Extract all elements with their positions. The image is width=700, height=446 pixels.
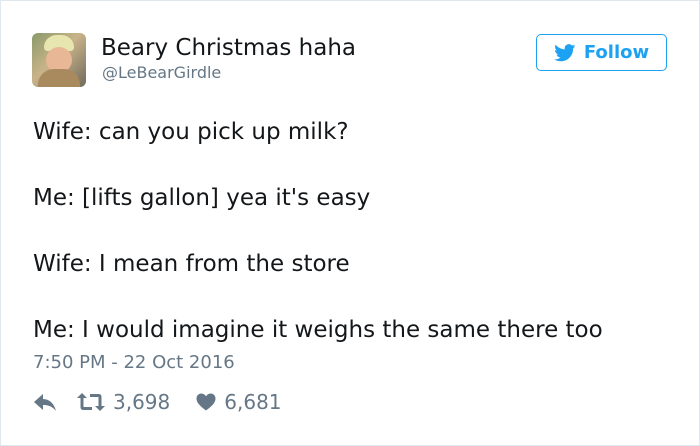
- tweet-line-1: Wife: can you pick up milk?: [33, 119, 349, 145]
- display-name[interactable]: Beary Christmas haha: [101, 34, 356, 62]
- heart-icon: [196, 393, 216, 411]
- like-count: 6,681: [224, 390, 282, 414]
- follow-button-label: Follow: [583, 42, 650, 63]
- user-handle[interactable]: @LeBearGirdle: [102, 63, 221, 83]
- avatar-body: [38, 69, 80, 87]
- tweet-card: Beary Christmas haha @LeBearGirdle Follo…: [0, 0, 700, 446]
- tweet-line-3: Wife: I mean from the store: [33, 251, 350, 277]
- tweet-actions: 3,698 6,681: [33, 390, 282, 414]
- like-button[interactable]: 6,681: [196, 390, 282, 414]
- tweet-line-4: Me: I would imagine it weighs the same t…: [33, 317, 603, 343]
- twitter-bird-icon: [553, 43, 576, 61]
- retweet-icon: [77, 393, 105, 411]
- tweet-timestamp[interactable]: 7:50 PM - 22 Oct 2016: [33, 351, 235, 375]
- follow-button[interactable]: Follow: [536, 34, 667, 71]
- reply-icon: [34, 394, 56, 411]
- reply-button[interactable]: [33, 392, 57, 412]
- retweet-count: 3,698: [113, 390, 171, 414]
- tweet-line-2: Me: [lifts gallon] yea it's easy: [33, 185, 371, 211]
- retweet-button[interactable]: 3,698: [77, 390, 170, 414]
- avatar[interactable]: [32, 33, 86, 87]
